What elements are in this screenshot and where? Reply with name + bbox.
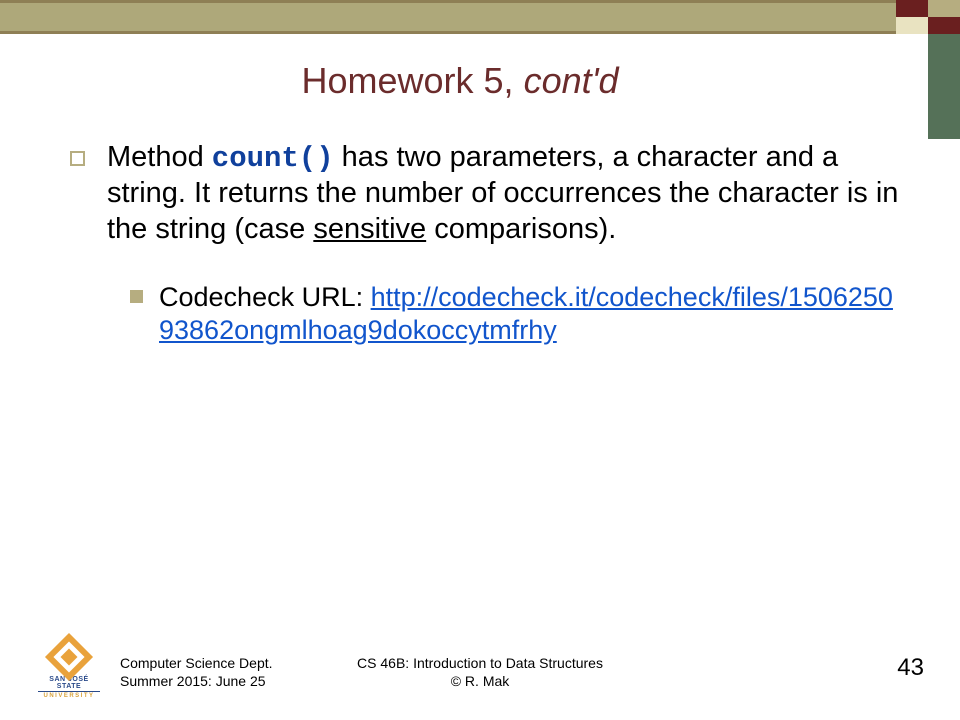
page-number: 43: [897, 654, 924, 682]
bullet2-label: Codecheck URL:: [159, 282, 371, 312]
footer-center-line1: CS 46B: Introduction to Data Structures: [0, 655, 960, 673]
slide: Homework 5, cont'd Method count() has tw…: [0, 0, 960, 720]
slide-footer: SAN JOSÉ STATE UNIVERSITY Computer Scien…: [0, 646, 960, 704]
footer-center-line2: © R. Mak: [0, 673, 960, 691]
slide-content: Method count() has two parameters, a cha…: [70, 140, 900, 347]
side-decor-bar: [928, 34, 960, 139]
title-contd: cont'd: [524, 60, 619, 101]
bullet1-underlined: sensitive: [313, 213, 426, 245]
bullet1-code: count(): [212, 142, 334, 175]
slide-title: Homework 5, cont'd: [0, 60, 920, 102]
footer-center: CS 46B: Introduction to Data Structures …: [0, 655, 960, 690]
title-sep: ,: [504, 60, 524, 101]
bullet1-post: comparisons).: [426, 213, 616, 245]
corner-decor-grid: [896, 0, 960, 34]
bullet2-text: Codecheck URL: http://codecheck.it/codec…: [159, 281, 900, 347]
bullet-level1: Method count() has two parameters, a cha…: [70, 140, 900, 247]
bullet1-pre: Method: [107, 141, 212, 173]
top-decor-bars: [0, 0, 960, 34]
bullet-level2: Codecheck URL: http://codecheck.it/codec…: [130, 281, 900, 347]
sjsu-logo-line2: UNIVERSITY: [38, 691, 100, 700]
bullet1-text: Method count() has two parameters, a cha…: [107, 140, 900, 247]
title-main: Homework 5: [301, 60, 503, 101]
bullet-filled-square-icon: [130, 290, 143, 303]
bullet-open-square-icon: [70, 151, 85, 166]
